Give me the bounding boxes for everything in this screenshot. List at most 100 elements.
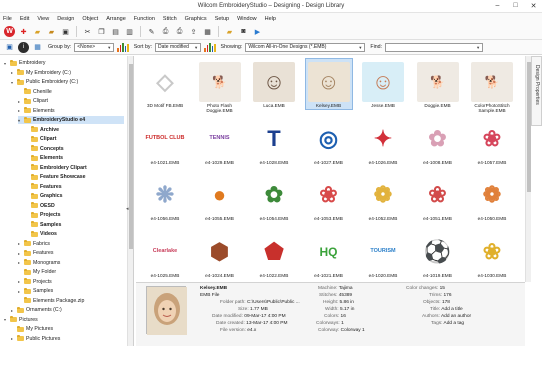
design-thumbnail[interactable]: ☺ Kelsey.EMB	[304, 56, 354, 111]
close-button[interactable]: ✕	[529, 2, 538, 10]
tree-item[interactable]: Concepts	[25, 145, 64, 153]
menu-graphics[interactable]: Graphics	[185, 16, 207, 22]
design-thumbnail[interactable]: ❀ e4-1051.EMB	[413, 169, 463, 224]
tree-item[interactable]: Feature Showcase	[25, 173, 86, 181]
design-thumbnail[interactable]: ⚽ e4-1019.EMB	[413, 226, 463, 281]
export-icon[interactable]: ⇪	[188, 26, 199, 37]
tree-item[interactable]: OESD	[25, 202, 55, 210]
info-title[interactable]: Title: Add a title	[430, 307, 463, 314]
design-thumbnail[interactable]: ❀ e4-1053.EMB	[304, 169, 354, 224]
info-tags[interactable]: Tags: Add a tag	[431, 321, 464, 328]
menu-window[interactable]: Window	[237, 16, 257, 22]
sort-by-select[interactable]: Date modified ▼	[155, 42, 202, 52]
tree-item[interactable]: ▸ Clipart	[18, 97, 48, 105]
view-mode-icon[interactable]: ▦	[32, 42, 43, 53]
tree-item[interactable]: ▸ Ornaments (C:)	[11, 306, 62, 314]
save-icon[interactable]: ▣	[60, 26, 71, 37]
tree-item[interactable]: ▾ Public Embroidery (C:)	[11, 78, 78, 86]
paste-icon[interactable]: ▤	[110, 26, 121, 37]
design-thumbnail[interactable]: ☺ Jesse.EMB	[358, 56, 408, 111]
design-thumbnail[interactable]: 🐕 ColorPhotoStitch Sample.EMB	[467, 56, 517, 113]
design-thumbnail[interactable]: ⬟ e4-1022.EMB	[249, 226, 299, 281]
tree-item[interactable]: ▾ Pictures	[4, 316, 38, 324]
menu-help[interactable]: Help	[265, 16, 276, 22]
menu-file[interactable]: File	[3, 16, 12, 22]
find-input[interactable]: ▼	[385, 42, 484, 52]
design-thumbnail[interactable]: 🐕 Doggie.EMB	[413, 56, 463, 111]
design-properties-icon[interactable]: ▦	[202, 26, 213, 37]
menu-arrange[interactable]: Arrange	[106, 16, 126, 22]
design-thumbnail[interactable]: HQ e4-1021.EMB	[304, 226, 354, 281]
open-folder-icon[interactable]: ▰	[32, 26, 43, 37]
tree-item[interactable]: Embroidery Clipart	[25, 164, 87, 172]
tree-item[interactable]: My Folder	[18, 268, 56, 276]
design-thumbnail[interactable]: 🐕 Photo Flash Doggie.EMB	[195, 56, 245, 113]
tree-item[interactable]: ▸ Public Pictures	[11, 335, 60, 343]
tree-scrollbar-thumb[interactable]	[129, 64, 133, 249]
design-thumbnail[interactable]: ❀ e4-1057.EMB	[467, 113, 517, 168]
copy-icon[interactable]: ❐	[96, 26, 107, 37]
design-thumbnail[interactable]: ✿ e4-1008.EMB	[413, 113, 463, 168]
tree-item[interactable]: ▸ Fabrics	[18, 240, 50, 248]
design-thumbnail[interactable]: ⬢ e4-1024.EMB	[195, 226, 245, 281]
send-icon[interactable]: ▶	[252, 26, 263, 37]
open-design-icon[interactable]: ▰	[46, 26, 57, 37]
showing-select[interactable]: Wilcom All-in-One Designs (*.EMB) ▼	[245, 42, 366, 52]
print-preview-icon[interactable]: ⎙	[174, 26, 185, 37]
minimize-button[interactable]: –	[493, 2, 502, 10]
tree-item[interactable]: Clipart	[25, 135, 56, 143]
design-thumbnail[interactable]: ◎ e4-1027.EMB	[304, 113, 354, 168]
menu-object[interactable]: Object	[82, 16, 98, 22]
print-icon[interactable]: ⎙	[160, 26, 171, 37]
menu-edit[interactable]: Edit	[20, 16, 29, 22]
tree-item[interactable]: ▾ EmbroideryStudio e4	[18, 116, 124, 124]
design-thumbnail[interactable]: TOURISM e4-1020.EMB	[358, 226, 408, 281]
collapse-pane-icon[interactable]: ◂	[126, 206, 129, 212]
design-thumbnail[interactable]: FUTBOL CLUB e4-1021.EMB	[140, 113, 190, 168]
group-bars-icon[interactable]	[117, 42, 129, 52]
tree-item[interactable]: ▸ Monograms	[18, 259, 60, 267]
design-thumbnail[interactable]: ☺ Luca.EMB	[249, 56, 299, 111]
tree-item[interactable]: My Pictures	[11, 325, 53, 333]
design-thumbnail[interactable]: ❋ e4-1056.EMB	[140, 169, 190, 224]
tree-scrollbar[interactable]	[127, 56, 133, 346]
group-by-select[interactable]: <None> ▼	[74, 42, 115, 52]
sort-bars-icon[interactable]	[204, 42, 216, 52]
tree-item[interactable]: Samples	[25, 221, 61, 229]
tree-item[interactable]: Elements Package.zip	[18, 297, 84, 305]
menu-setup[interactable]: Setup	[215, 16, 229, 22]
tree-item[interactable]: Graphics	[25, 192, 63, 200]
menu-stitch[interactable]: Stitch	[163, 16, 177, 22]
tree-item[interactable]: ▸ Projects	[18, 278, 52, 286]
design-thumbnail[interactable]: ❀ e4-1030.EMB	[467, 226, 517, 281]
tree-item[interactable]: ▸ Elements	[18, 107, 55, 115]
design-thumbnail[interactable]: Te4-1028.EMB	[249, 113, 299, 168]
tree-item[interactable]: ▾ Embroidery	[4, 59, 46, 67]
design-thumbnail[interactable]: ● e4-1055.EMB	[195, 169, 245, 224]
maximize-button[interactable]: □	[511, 2, 520, 10]
design-thumbnail[interactable]: ✿ e4-1054.EMB	[249, 169, 299, 224]
save-as-icon[interactable]: ▥	[124, 26, 135, 37]
tree-item[interactable]: Chenille	[18, 88, 52, 96]
tree-item[interactable]: ▸ Samples	[18, 287, 53, 295]
tree-item[interactable]: Projects	[25, 211, 60, 219]
design-thumbnail[interactable]: ❁ e4-1052.EMB	[358, 169, 408, 224]
wilcom-logo-icon[interactable]: W	[4, 26, 15, 37]
folder-pane-icon[interactable]: ▣	[4, 42, 15, 53]
menu-function[interactable]: Function	[134, 16, 155, 22]
tree-item[interactable]: Elements	[25, 154, 63, 162]
design-thumbnail[interactable]: ❁ e4-1050.EMB	[467, 169, 517, 224]
menu-design[interactable]: Design	[57, 16, 74, 22]
tree-item[interactable]: Features	[25, 183, 62, 191]
cut-icon[interactable]: ✂	[82, 26, 93, 37]
menu-view[interactable]: View	[37, 16, 49, 22]
tree-item[interactable]: ▸ My Embroidery (C:)	[11, 69, 71, 77]
tree-item[interactable]: Archive	[25, 126, 59, 134]
tree-item[interactable]: Videos	[25, 230, 57, 238]
info-authors[interactable]: Authors: Add an author	[422, 314, 471, 321]
pen-icon[interactable]: ✎	[146, 26, 157, 37]
design-thumbnail[interactable]: ✦ e4-1026.EMB	[358, 113, 408, 168]
design-thumbnail[interactable]: Clearlake e4-1025.EMB	[140, 226, 190, 281]
design-thumbnail[interactable]: TENNIS e4-1029.EMB	[195, 113, 245, 168]
design-properties-tab[interactable]: Design Properties	[531, 56, 542, 126]
